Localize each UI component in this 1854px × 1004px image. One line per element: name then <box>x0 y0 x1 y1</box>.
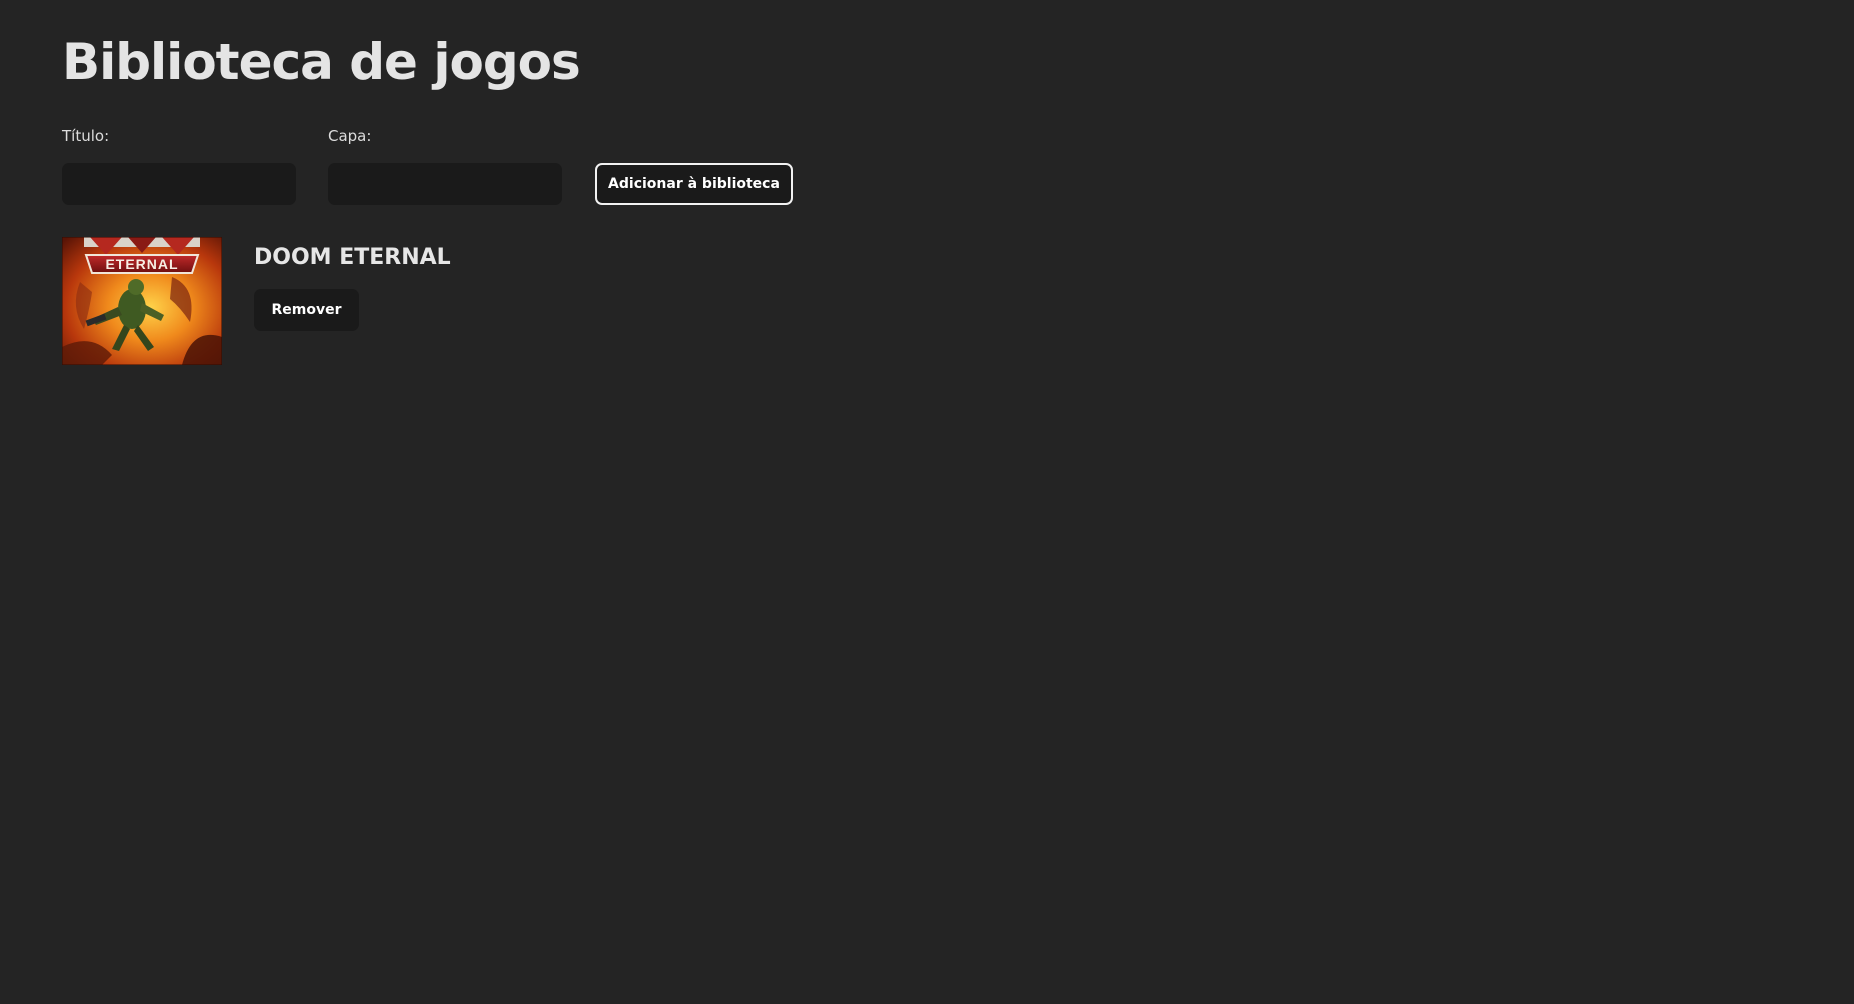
title-field-group: Título: <box>62 126 296 205</box>
page-title: Biblioteca de jogos <box>62 33 581 91</box>
game-list-item: ETERNAL DOOM ETERNAL Remover <box>62 237 662 365</box>
add-to-library-button[interactable]: Adicionar à biblioteca <box>595 163 793 205</box>
title-input[interactable] <box>62 163 296 205</box>
cover-logo-text: ETERNAL <box>105 256 178 272</box>
add-game-form: Título: Capa: Adicionar à biblioteca <box>62 126 822 206</box>
cover-field-group: Capa: <box>328 126 562 205</box>
remove-game-button[interactable]: Remover <box>254 289 359 331</box>
cover-label: Capa: <box>328 127 372 145</box>
game-title: DOOM ETERNAL <box>254 245 451 270</box>
game-cover-image: ETERNAL <box>62 237 222 365</box>
cover-input[interactable] <box>328 163 562 205</box>
title-label: Título: <box>62 127 110 145</box>
